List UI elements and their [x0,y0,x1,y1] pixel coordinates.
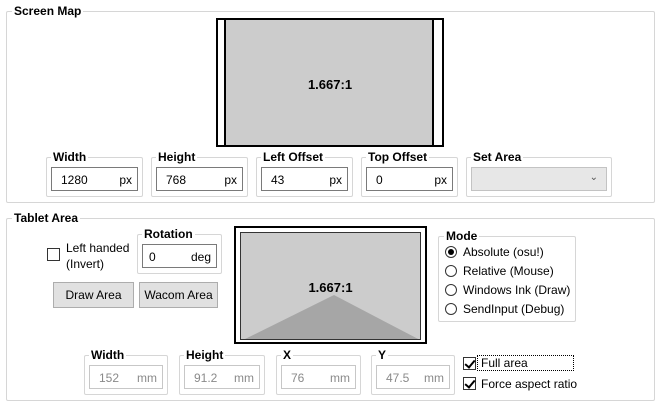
tablet-height-group: Height 91.2 mm [179,348,265,395]
left-handed-label[interactable]: Left handed [66,241,129,255]
screen-left-offset-value: 43 [271,173,285,187]
rotation-unit: deg [190,250,211,264]
screen-top-offset-group: Top Offset 0 px [361,150,458,197]
tablet-height-input[interactable]: 91.2 mm [184,365,260,389]
tablet-x-label: X [281,348,294,362]
tablet-x-unit: mm [330,371,350,385]
tablet-width-input[interactable]: 152 mm [89,365,163,389]
draw-area-button[interactable]: Draw Area [53,282,134,308]
tablet-y-group: Y 47.5 mm [371,348,455,395]
screen-height-label: Height [156,150,198,164]
screen-width-input[interactable]: 1280 px [51,167,138,191]
rotation-group: Rotation 0 deg [137,227,222,274]
tablet-height-unit: mm [234,371,254,385]
screen-ratio-label: 1.667:1 [307,77,353,92]
screen-top-offset-input[interactable]: 0 px [366,167,453,191]
rotation-input[interactable]: 0 deg [142,244,217,268]
mode-label: Mode [444,229,480,243]
tablet-height-label: Height [184,348,226,362]
tablet-y-label: Y [376,348,389,362]
screen-height-unit: px [224,173,237,187]
tablet-x-input[interactable]: 76 mm [281,365,356,389]
tablet-x-value: 76 [291,371,305,385]
mode-absolute-radio[interactable] [445,246,457,258]
tablet-width-value: 152 [99,371,120,385]
screen-top-offset-unit: px [434,173,447,187]
screen-top-offset-label: Top Offset [366,150,430,164]
tablet-width-label: Width [89,348,127,362]
screen-width-unit: px [119,173,132,187]
tablet-y-unit: mm [424,371,444,385]
screen-map-title: Screen Map [12,4,84,18]
rotation-value: 0 [149,250,156,264]
mode-relative-label[interactable]: Relative (Mouse) [463,264,554,278]
tablet-ratio-label: 1.667:1 [308,280,353,295]
screen-width-label: Width [51,150,89,164]
mode-windows-ink-label[interactable]: Windows Ink (Draw) [463,283,570,297]
screen-width-group: Width 1280 px [46,150,143,197]
force-aspect-label[interactable]: Force aspect ratio [481,377,577,391]
tablet-y-value: 47.5 [386,371,410,385]
wacom-area-button[interactable]: Wacom Area [139,282,218,308]
mode-sendinput-label[interactable]: SendInput (Debug) [463,302,564,316]
mode-absolute-label[interactable]: Absolute (osu!) [463,245,544,259]
screen-left-offset-group: Left Offset 43 px [256,150,353,197]
set-area-group: Set Area ⌄ [466,150,612,197]
mode-windows-ink-radio[interactable] [445,284,457,296]
tablet-width-unit: mm [137,371,157,385]
set-area-label: Set Area [471,150,524,164]
tablet-height-value: 91.2 [194,371,218,385]
tablet-width-group: Width 152 mm [84,348,168,395]
screen-left-offset-input[interactable]: 43 px [261,167,348,191]
rotation-label: Rotation [142,227,195,241]
screen-top-offset-value: 0 [376,173,383,187]
left-handed-invert-label[interactable]: (Invert) [66,257,104,271]
full-area-label[interactable]: Full area [481,356,528,370]
screen-left-offset-label: Left Offset [261,150,325,164]
mode-relative-radio[interactable] [445,265,457,277]
tablet-area-title: Tablet Area [12,211,81,225]
tablet-y-input[interactable]: 47.5 mm [376,365,450,389]
tablet-x-group: X 76 mm [276,348,361,395]
left-handed-checkbox[interactable] [47,248,60,261]
screen-height-group: Height 768 px [151,150,248,197]
screen-height-input[interactable]: 768 px [156,167,243,191]
screen-height-value: 768 [166,173,187,187]
mode-sendinput-radio[interactable] [445,303,457,315]
screen-map-preview[interactable]: 1.667:1 [216,18,444,147]
full-area-checkbox[interactable] [463,357,476,370]
set-area-dropdown[interactable]: ⌄ [471,167,607,191]
tablet-area-preview[interactable]: 1.667:1 [234,226,427,344]
screen-left-offset-unit: px [329,173,342,187]
chevron-down-icon: ⌄ [589,172,598,183]
screen-width-value: 1280 [61,173,88,187]
force-aspect-checkbox[interactable] [463,377,476,390]
